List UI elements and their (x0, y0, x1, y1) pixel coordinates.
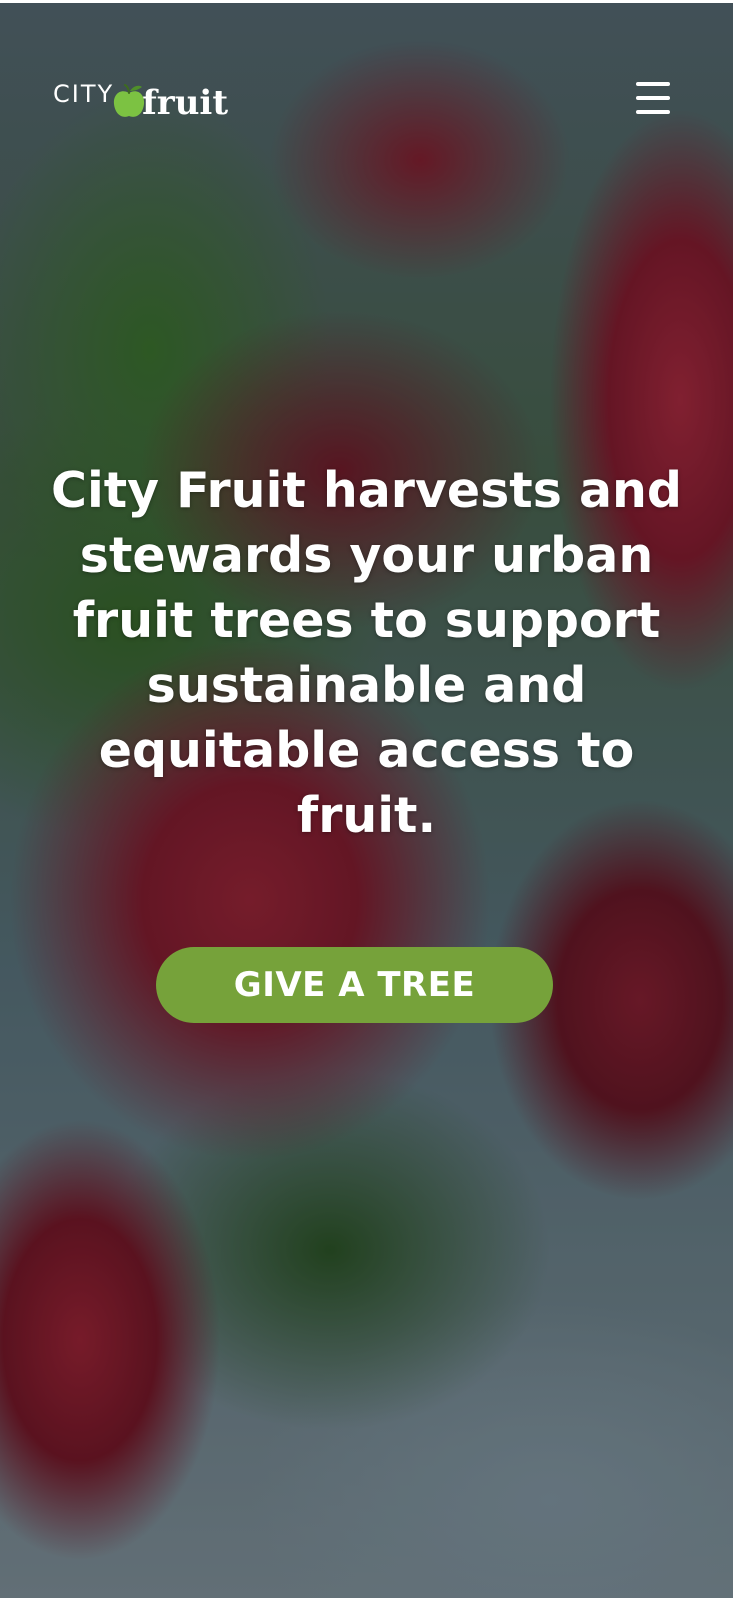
menu-bar (636, 110, 670, 114)
home-page: CITY fruit City Fruit harvests and stewa… (0, 0, 733, 1598)
give-a-tree-button[interactable]: GIVE A TREE (156, 947, 553, 1023)
hero-headline: City Fruit harvests and stewards your ur… (51, 462, 682, 844)
hamburger-menu-icon[interactable] (634, 80, 672, 116)
menu-bar (636, 96, 670, 100)
city-fruit-logo[interactable]: CITY fruit (53, 80, 228, 124)
logo-fruit-text: fruit (142, 83, 229, 123)
apple-icon (112, 84, 146, 120)
site-header: CITY fruit (0, 0, 733, 200)
menu-bar (636, 82, 670, 86)
give-a-tree-label: GIVE A TREE (233, 965, 476, 1005)
logo-city-text: CITY (53, 80, 115, 108)
